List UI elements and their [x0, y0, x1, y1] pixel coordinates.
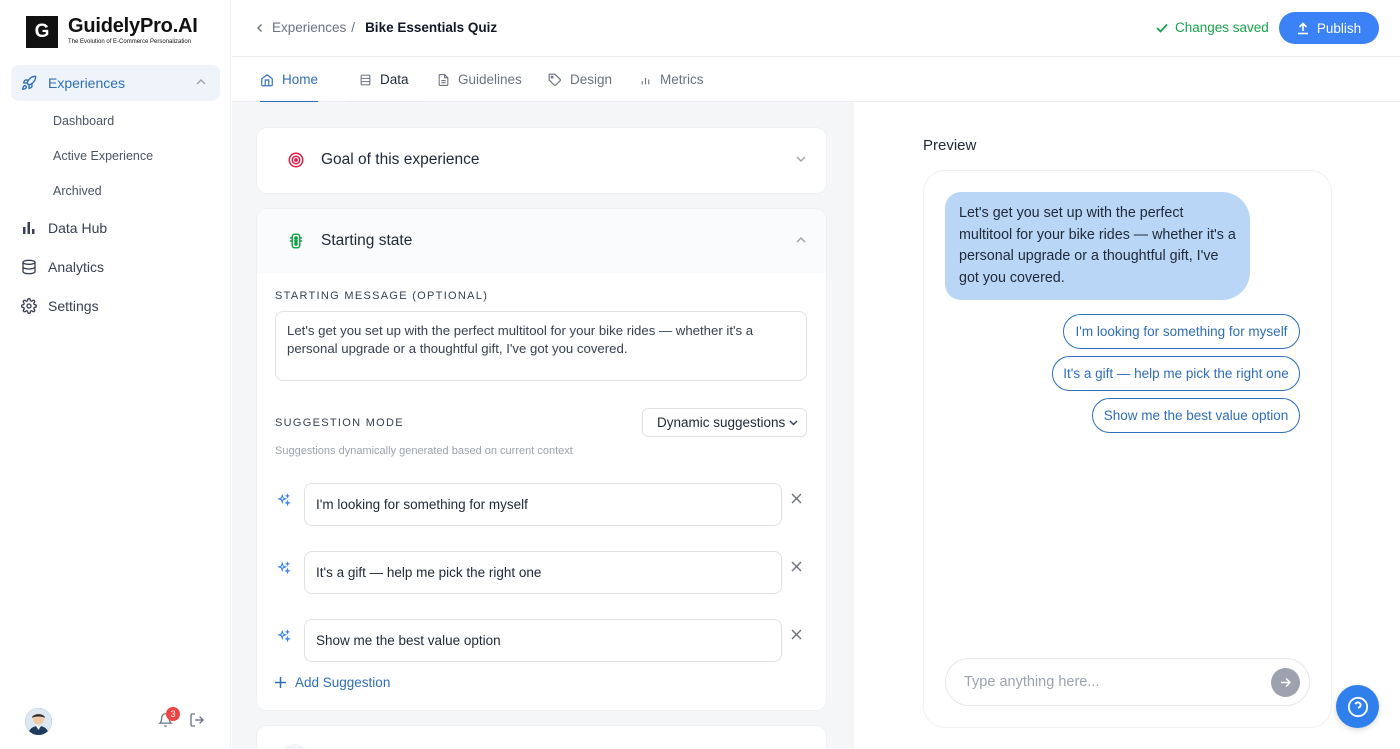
brand-name: GuidelyPro.AI — [68, 15, 198, 37]
sidebar-subitem-dashboard[interactable]: Dashboard — [53, 114, 114, 128]
logout-icon[interactable] — [189, 712, 205, 728]
suggestion-helper-text: Suggestions dynamically generated based … — [275, 445, 573, 457]
tab-label: Home — [282, 72, 319, 87]
suggestion-row: It's a gift — help me pick the right one — [275, 551, 807, 594]
next-card[interactable] — [257, 726, 826, 749]
sidebar-item-label: Settings — [48, 298, 99, 314]
card-icon-placeholder — [279, 744, 309, 749]
suggestion-chip[interactable]: I'm looking for something for myself — [1063, 314, 1300, 349]
goal-card[interactable]: Goal of this experience — [257, 128, 826, 193]
sidebar-item-label: Data Hub — [48, 220, 108, 236]
publish-button[interactable]: Publish — [1279, 12, 1379, 44]
chevron-down-icon[interactable] — [796, 156, 806, 162]
starting-state-title: Starting state — [321, 232, 413, 249]
save-status-label: Changes saved — [1175, 20, 1269, 35]
bar-chart-icon — [641, 77, 650, 84]
tab-label: Design — [570, 72, 613, 87]
sparkle-icon[interactable] — [277, 493, 291, 507]
logo-mark: G — [26, 16, 58, 48]
chevron-up-icon[interactable] — [796, 237, 806, 243]
database-icon — [22, 259, 36, 275]
chevron-left-icon[interactable] — [256, 23, 264, 33]
add-suggestion-label: Add Suggestion — [295, 675, 391, 690]
upload-icon — [1297, 21, 1308, 34]
editor-panel: Goal of this experience Starting state S… — [232, 102, 854, 749]
breadcrumb-separator: / — [351, 20, 356, 35]
sidebar-item-settings[interactable]: Settings — [11, 288, 220, 324]
avatar[interactable] — [25, 708, 52, 735]
document-icon — [360, 74, 371, 85]
suggestion-row: Show me the best value option — [275, 619, 807, 662]
starting-message-input[interactable]: Let's get you set up with the perfect mu… — [275, 311, 807, 381]
tab-home[interactable]: Home — [260, 57, 319, 103]
sidebar-item-label: Analytics — [48, 259, 105, 275]
help-icon — [1347, 696, 1368, 717]
sidebar-subitem-active-experience[interactable]: Active Experience — [53, 149, 153, 163]
help-button[interactable] — [1336, 685, 1379, 728]
brand-tagline: The Evolution of E-Commerce Personalizat… — [68, 39, 192, 45]
send-button[interactable] — [1271, 668, 1300, 697]
close-icon[interactable] — [791, 561, 802, 572]
suggestion-chip[interactable]: It's a gift — help me pick the right one — [1052, 356, 1300, 391]
tab-guidelines[interactable]: Guidelines — [437, 57, 522, 102]
tab-label: Data — [380, 72, 409, 87]
tab-label: Guidelines — [458, 72, 522, 87]
chevron-up-icon — [196, 79, 206, 85]
suggestion-input[interactable]: It's a gift — help me pick the right one — [304, 551, 782, 594]
sidebar-item-data-hub[interactable]: Data Hub — [11, 210, 220, 246]
publish-label: Publish — [1316, 20, 1362, 36]
suggestion-row: I'm looking for something for myself — [275, 483, 807, 526]
notification-badge: 3 — [166, 707, 180, 721]
breadcrumb: Experiences / Bike Essentials Quiz — [256, 20, 497, 35]
sidebar-item-label: Experiences — [48, 75, 126, 91]
starting-message-label: STARTING MESSAGE (OPTIONAL) — [275, 290, 489, 302]
chat-preview: Let's get you set up with the perfect mu… — [923, 170, 1332, 728]
rocket-icon — [22, 75, 37, 90]
target-icon — [288, 152, 304, 168]
chat-input-placeholder: Type anything here... — [964, 674, 1100, 690]
add-suggestion-button[interactable]: Add Suggestion — [275, 675, 390, 690]
suggestion-mode-select[interactable]: Dynamic suggestions — [642, 408, 807, 437]
brand-logo[interactable]: G GuidelyPro.AI The Evolution of E-Comme… — [26, 16, 198, 48]
preview-title: Preview — [923, 137, 977, 154]
tag-icon — [548, 73, 561, 86]
suggestion-mode-value: Dynamic suggestions — [657, 415, 786, 430]
tab-metrics[interactable]: Metrics — [639, 57, 704, 102]
suggestion-chip[interactable]: Show me the best value option — [1092, 398, 1300, 433]
goal-card-title: Goal of this experience — [321, 151, 480, 168]
bar-chart-icon — [23, 222, 35, 234]
tab-data[interactable]: Data — [347, 57, 422, 103]
tab-label: Metrics — [660, 72, 704, 87]
tab-bar: Home Data Guidelines Design Metrics — [232, 57, 1400, 103]
file-icon — [438, 73, 449, 86]
home-icon — [261, 73, 273, 86]
check-icon — [1156, 23, 1168, 33]
sidebar: G GuidelyPro.AI The Evolution of E-Comme… — [0, 0, 231, 749]
gear-icon — [21, 298, 37, 314]
save-status: Changes saved — [1156, 20, 1269, 35]
breadcrumb-current: Bike Essentials Quiz — [365, 20, 498, 35]
starting-state-card: Starting state STARTING MESSAGE (OPTIONA… — [257, 209, 826, 710]
chat-input[interactable]: Type anything here... — [945, 658, 1310, 706]
sparkle-icon[interactable] — [277, 561, 291, 575]
sidebar-subitem-archived[interactable]: Archived — [53, 184, 102, 198]
plus-icon — [275, 677, 286, 688]
close-icon[interactable] — [791, 493, 802, 504]
preview-panel: Preview Let's get you set up with the pe… — [855, 102, 1400, 749]
bot-message-bubble: Let's get you set up with the perfect mu… — [945, 192, 1250, 300]
traffic-light-icon — [290, 233, 302, 249]
close-icon[interactable] — [791, 629, 802, 640]
top-header: Experiences / Bike Essentials Quiz Chang… — [232, 0, 1400, 57]
breadcrumb-parent[interactable]: Experiences — [272, 20, 346, 35]
suggestion-input[interactable]: Show me the best value option — [304, 619, 782, 662]
tab-design[interactable]: Design — [548, 57, 612, 102]
suggestion-input[interactable]: I'm looking for something for myself — [304, 483, 782, 526]
sparkle-icon[interactable] — [277, 629, 291, 643]
suggestion-mode-label: SUGGESTION MODE — [275, 417, 404, 429]
sidebar-item-experiences[interactable]: Experiences — [11, 65, 220, 101]
sidebar-item-analytics[interactable]: Analytics — [11, 249, 220, 285]
chevron-down-icon — [789, 420, 798, 426]
arrow-right-icon — [1281, 677, 1291, 688]
